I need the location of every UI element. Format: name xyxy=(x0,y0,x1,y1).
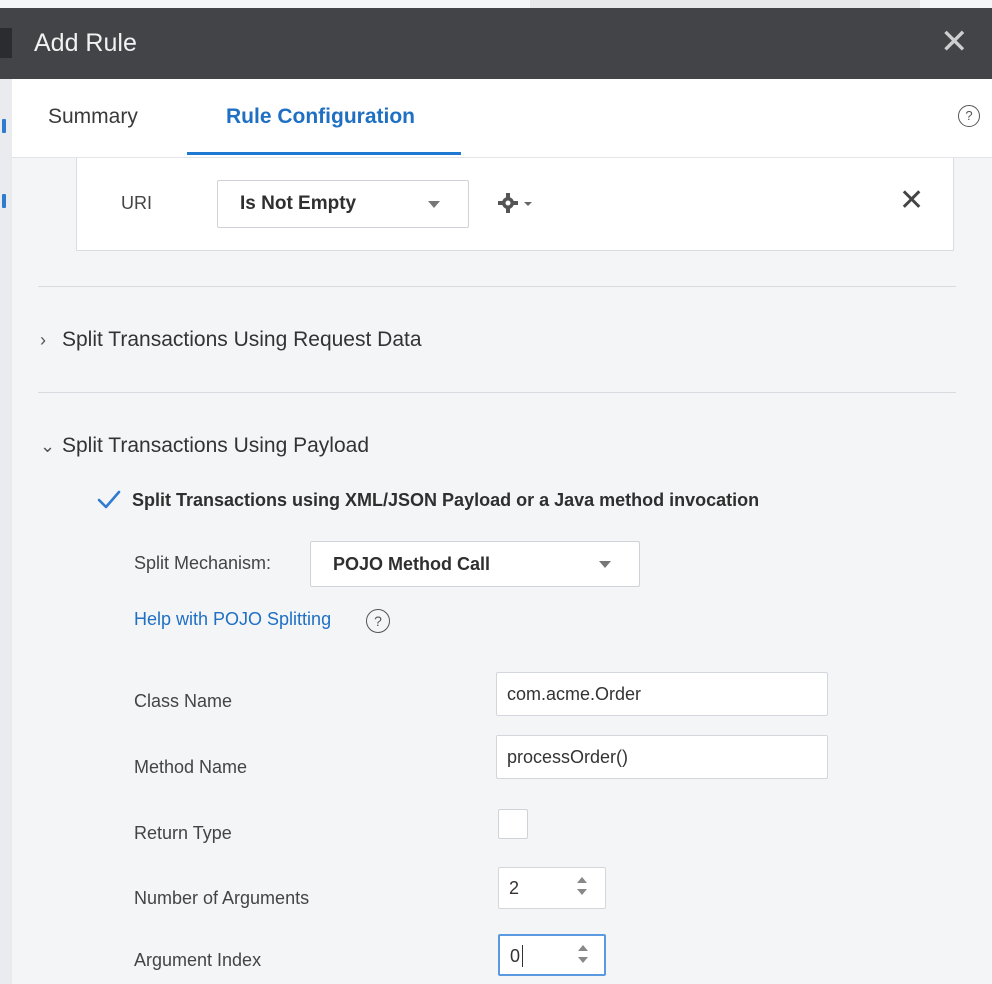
section-request-data-label: Split Transactions Using Request Data xyxy=(62,328,422,351)
return-type-checkbox[interactable] xyxy=(498,809,528,839)
chevron-right-icon: › xyxy=(40,330,46,350)
class-name-input[interactable]: com.acme.Order xyxy=(496,672,828,716)
checkmark-icon[interactable] xyxy=(96,487,122,513)
gear-icon[interactable] xyxy=(497,190,537,216)
help-icon[interactable]: ? xyxy=(958,105,980,127)
help-pojo-link[interactable]: Help with POJO Splitting xyxy=(134,609,331,630)
section-payload-toggle[interactable]: ⌄ Split Transactions Using Payload xyxy=(40,434,369,458)
active-tab-indicator xyxy=(187,152,461,155)
dropdown-caret-icon xyxy=(599,561,611,568)
return-type-label: Return Type xyxy=(134,823,232,843)
background-gutter xyxy=(0,79,12,984)
section-request-data-toggle[interactable]: › Split Transactions Using Request Data xyxy=(40,328,422,352)
uri-operator-select[interactable]: Is Not Empty xyxy=(217,180,469,228)
split-mechanism-select[interactable]: POJO Method Call xyxy=(310,541,640,587)
tab-summary[interactable]: Summary xyxy=(48,105,138,129)
dropdown-caret-icon xyxy=(428,201,440,208)
payload-checkbox-label: Split Transactions using XML/JSON Payloa… xyxy=(132,490,760,510)
background-strip xyxy=(0,0,992,8)
split-mechanism-value: POJO Method Call xyxy=(333,554,491,574)
help-icon[interactable]: ? xyxy=(366,609,390,633)
arg-index-label: Argument Index xyxy=(134,950,262,970)
section-payload-label: Split Transactions Using Payload xyxy=(62,434,369,457)
arg-index-stepper[interactable]: 0 xyxy=(498,934,606,976)
num-args-label: Number of Arguments xyxy=(134,888,310,908)
arg-index-value: 0 xyxy=(510,946,521,966)
dialog-title: Add Rule xyxy=(34,29,137,57)
stepper-arrows-icon[interactable] xyxy=(577,877,589,899)
method-name-label: Method Name xyxy=(134,757,248,777)
chevron-down-icon: ⌄ xyxy=(40,436,56,456)
tab-rule-configuration[interactable]: Rule Configuration xyxy=(226,105,415,129)
uri-label: URI xyxy=(121,193,152,213)
split-mechanism-label: Split Mechanism: xyxy=(134,553,272,573)
text-cursor xyxy=(522,945,523,967)
stepper-arrows-icon[interactable] xyxy=(578,945,590,967)
class-name-label: Class Name xyxy=(134,691,233,711)
uri-operator-value: Is Not Empty xyxy=(240,193,357,214)
uri-condition-row: URI Is Not Empty ✕ xyxy=(76,158,954,251)
method-name-input[interactable]: processOrder() xyxy=(496,735,828,779)
divider xyxy=(38,392,956,393)
close-icon[interactable]: ✕ xyxy=(940,25,969,59)
tab-bar: Summary Rule Configuration ? xyxy=(12,79,992,158)
divider xyxy=(38,286,956,287)
num-args-value: 2 xyxy=(509,878,520,898)
remove-condition-icon[interactable]: ✕ xyxy=(899,186,924,216)
dialog-titlebar: Add Rule ✕ xyxy=(0,8,992,79)
num-args-stepper[interactable]: 2 xyxy=(498,867,606,909)
